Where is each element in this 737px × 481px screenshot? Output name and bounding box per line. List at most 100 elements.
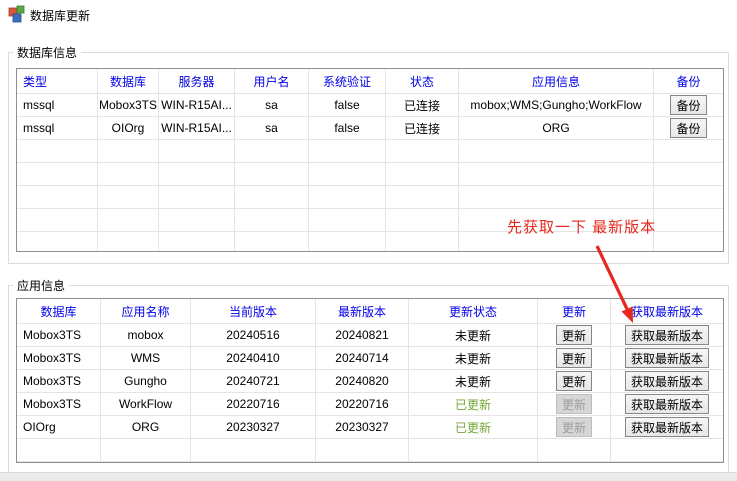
empty-cell (159, 163, 235, 186)
column-header-current-version[interactable]: 当前版本 (191, 299, 316, 324)
update-button-disabled: 更新 (556, 394, 592, 414)
cell-latest-version: 20240821 (316, 324, 409, 347)
empty-cell (98, 232, 159, 252)
column-header-update-status[interactable]: 更新状态 (409, 299, 538, 324)
empty-cell (309, 232, 386, 252)
empty-cell (654, 186, 723, 209)
cell-system-auth: false (309, 117, 386, 140)
empty-cell (654, 140, 723, 163)
empty-cell (235, 140, 309, 163)
empty-cell (17, 232, 98, 252)
empty-cell (611, 439, 723, 462)
cell-latest-version: 20240714 (316, 347, 409, 370)
cell-username: sa (235, 117, 309, 140)
cell-database: Mobox3TS (98, 94, 159, 117)
empty-cell (159, 186, 235, 209)
backup-button[interactable]: 备份 (670, 95, 706, 115)
column-header-update[interactable]: 更新 (538, 299, 611, 324)
cell-apps: mobox;WMS;Gungho;WorkFlow (459, 94, 654, 117)
cell-latest-version: 20230327 (316, 416, 409, 439)
empty-cell (538, 439, 611, 462)
cell-current-version: 20240516 (191, 324, 316, 347)
cell-server: WIN-R15AI... (159, 117, 235, 140)
column-header-backup[interactable]: 备份 (654, 69, 723, 94)
empty-cell (316, 439, 409, 462)
empty-cell (98, 163, 159, 186)
empty-cell (309, 163, 386, 186)
cell-current-version: 20230327 (191, 416, 316, 439)
empty-cell (235, 186, 309, 209)
cell-database: Mobox3TS (17, 370, 101, 393)
empty-cell (309, 140, 386, 163)
database-info-group-title: 数据库信息 (13, 44, 81, 61)
backup-button[interactable]: 备份 (670, 118, 706, 138)
cell-update-status: 未更新 (409, 324, 538, 347)
fetch-latest-button[interactable]: 获取最新版本 (625, 371, 709, 391)
column-header-type[interactable]: 类型 (17, 69, 98, 94)
column-header-status[interactable]: 状态 (386, 69, 459, 94)
update-button[interactable]: 更新 (556, 325, 592, 345)
update-button[interactable]: 更新 (556, 348, 592, 368)
cell-app-name: WorkFlow (101, 393, 191, 416)
cell-app-name: Gungho (101, 370, 191, 393)
empty-cell (654, 232, 723, 252)
empty-cell (409, 439, 538, 462)
empty-cell (309, 209, 386, 232)
cell-app-name: mobox (101, 324, 191, 347)
empty-cell (386, 186, 459, 209)
cell-database: OIOrg (98, 117, 159, 140)
cell-latest-version: 20220716 (316, 393, 409, 416)
column-header-system-auth[interactable]: 系统验证 (309, 69, 386, 94)
app-info-group-title: 应用信息 (13, 277, 69, 294)
cell-latest-version: 20240820 (316, 370, 409, 393)
fetch-latest-button[interactable]: 获取最新版本 (625, 325, 709, 345)
cell-type: mssql (17, 94, 98, 117)
empty-cell (159, 209, 235, 232)
cell-database: Mobox3TS (17, 347, 101, 370)
empty-cell (386, 209, 459, 232)
cell-update-status: 已更新 (409, 416, 538, 439)
cell-current-version: 20240721 (191, 370, 316, 393)
cell-update-status: 未更新 (409, 370, 538, 393)
cell-server: WIN-R15AI... (159, 94, 235, 117)
empty-cell (98, 209, 159, 232)
cell-update-status: 未更新 (409, 347, 538, 370)
cell-current-version: 20240410 (191, 347, 316, 370)
empty-cell (459, 140, 654, 163)
fetch-latest-button[interactable]: 获取最新版本 (625, 417, 709, 437)
empty-cell (17, 209, 98, 232)
column-header-apps[interactable]: 应用信息 (459, 69, 654, 94)
column-header-app-name[interactable]: 应用名称 (101, 299, 191, 324)
window-title: 数据库更新 (30, 7, 90, 24)
column-header-username[interactable]: 用户名 (235, 69, 309, 94)
cell-database: OIOrg (17, 416, 101, 439)
cell-database: Mobox3TS (17, 324, 101, 347)
empty-cell (17, 163, 98, 186)
fetch-latest-button[interactable]: 获取最新版本 (625, 394, 709, 414)
empty-cell (235, 232, 309, 252)
app-table: 数据库 应用名称 当前版本 最新版本 更新状态 更新 获取最新版本 Mobox3… (16, 298, 724, 463)
empty-cell (459, 186, 654, 209)
empty-cell (654, 209, 723, 232)
column-header-fetch-latest[interactable]: 获取最新版本 (611, 299, 723, 324)
cell-username: sa (235, 94, 309, 117)
cell-status: 已连接 (386, 94, 459, 117)
empty-cell (459, 163, 654, 186)
column-header-latest-version[interactable]: 最新版本 (316, 299, 409, 324)
update-button[interactable]: 更新 (556, 371, 592, 391)
column-header-database[interactable]: 数据库 (98, 69, 159, 94)
empty-cell (17, 140, 98, 163)
app-table-grid: 数据库 应用名称 当前版本 最新版本 更新状态 更新 获取最新版本 Mobox3… (17, 299, 723, 462)
empty-cell (191, 439, 316, 462)
cell-status: 已连接 (386, 117, 459, 140)
update-button-disabled: 更新 (556, 417, 592, 437)
cell-type: mssql (17, 117, 98, 140)
fetch-latest-button[interactable]: 获取最新版本 (625, 348, 709, 368)
column-header-database[interactable]: 数据库 (17, 299, 101, 324)
empty-cell (101, 439, 191, 462)
annotation-text: 先获取一下 最新版本 (507, 216, 656, 237)
cell-database: Mobox3TS (17, 393, 101, 416)
empty-cell (309, 186, 386, 209)
cell-app-name: ORG (101, 416, 191, 439)
column-header-server[interactable]: 服务器 (159, 69, 235, 94)
